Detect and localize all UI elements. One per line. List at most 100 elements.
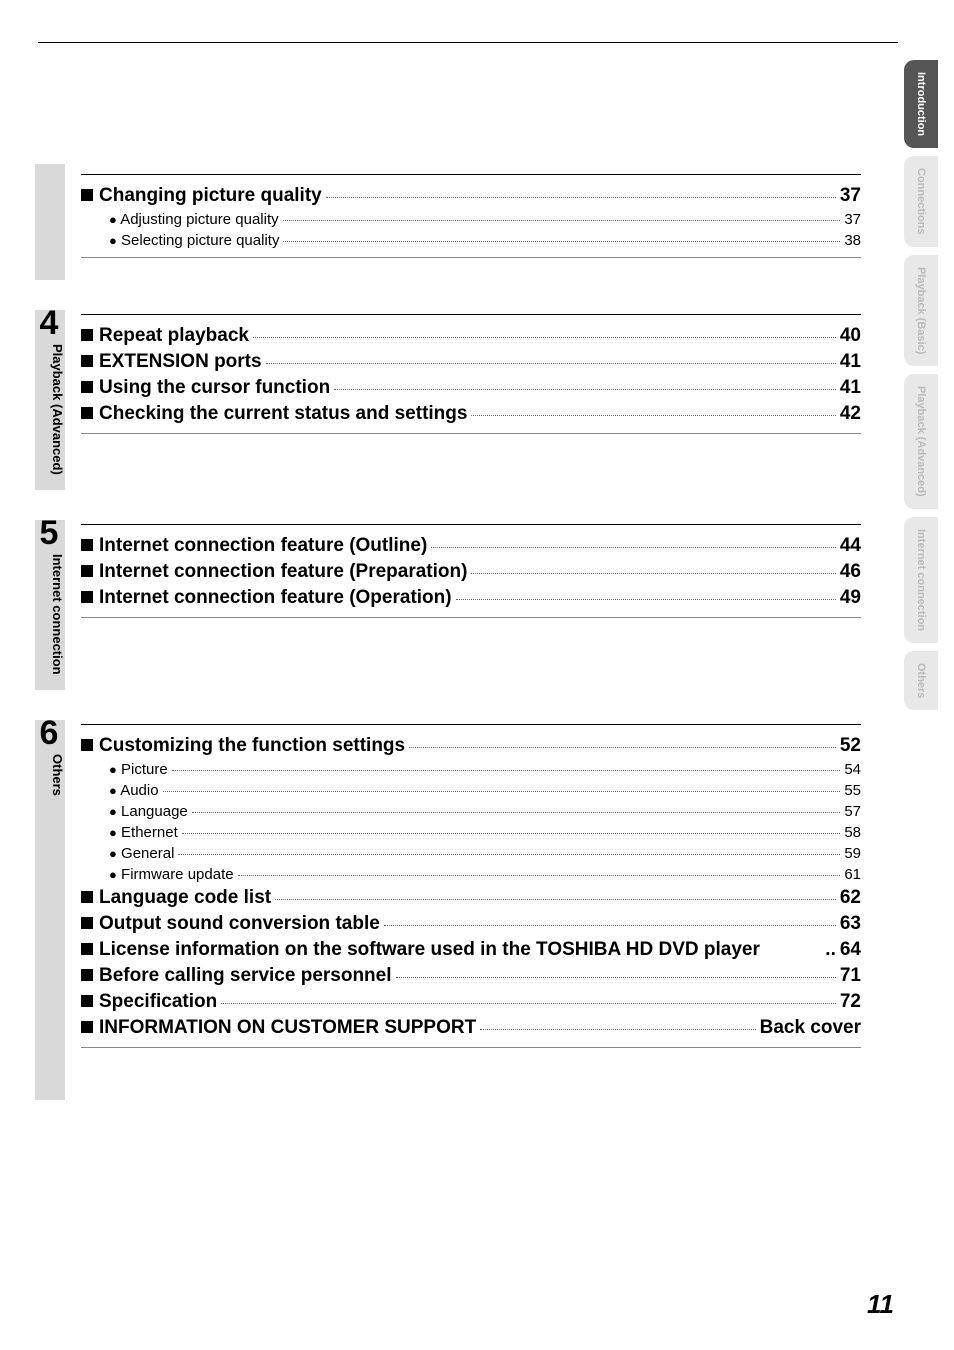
leader — [266, 363, 836, 364]
section-rule — [81, 433, 861, 434]
toc-title: Internet connection feature (Operation) — [99, 587, 452, 609]
square-bullet-icon — [81, 355, 93, 367]
toc-row[interactable]: Output sound conversion table 63 — [81, 913, 861, 935]
tab-others[interactable]: Others — [904, 651, 938, 710]
section-label: Internet connection — [33, 554, 65, 675]
toc-section-continuation: Changing picture quality 37 ● Adjusting … — [81, 170, 861, 280]
toc-title: Internet connection feature (Outline) — [99, 535, 427, 557]
square-bullet-icon — [81, 591, 93, 603]
toc-page-sep: .. — [825, 939, 836, 961]
toc-subtitle: ● Ethernet — [109, 824, 178, 841]
section-rule — [81, 724, 861, 725]
tab-playback-advanced[interactable]: Playback (Advanced) — [904, 374, 938, 509]
page-number: 11 — [867, 1289, 894, 1320]
leader — [275, 899, 836, 900]
toc-row[interactable]: ● General59 — [81, 845, 861, 862]
toc-row[interactable]: ● Firmware update 61 — [81, 866, 861, 883]
toc-subtitle: ● Audio — [109, 782, 159, 799]
toc-row[interactable]: Repeat playback40 — [81, 325, 861, 347]
toc-row[interactable]: Checking the current status and settings… — [81, 403, 861, 425]
section-rule — [81, 314, 861, 315]
toc-title: Output sound conversion table — [99, 913, 380, 935]
leader — [253, 337, 836, 338]
section-label: Playback (Advanced) — [33, 344, 65, 475]
toc-title: EXTENSION ports — [99, 351, 262, 373]
tab-internet-connection[interactable]: Internet connection — [904, 517, 938, 643]
square-bullet-icon — [81, 329, 93, 341]
square-bullet-icon — [81, 381, 93, 393]
toc-row[interactable]: Internet connection feature (Operation) 4… — [81, 587, 861, 609]
toc-row[interactable]: ● Picture 54 — [81, 761, 861, 778]
tab-connections[interactable]: Connections — [904, 156, 938, 247]
toc-row[interactable]: ● Audio 55 — [81, 782, 861, 799]
toc-page: 57 — [844, 803, 861, 820]
toc-row[interactable]: EXTENSION ports 41 — [81, 351, 861, 373]
square-bullet-icon — [81, 969, 93, 981]
square-bullet-icon — [81, 189, 93, 201]
toc-row[interactable]: ● Language57 — [81, 803, 861, 820]
leader — [471, 573, 835, 574]
toc-page: 54 — [844, 761, 861, 778]
section-bar — [35, 164, 65, 280]
toc-subtitle: ● Firmware update — [109, 866, 234, 883]
square-bullet-icon — [81, 739, 93, 751]
toc-page: 41 — [840, 377, 861, 399]
leader — [283, 241, 840, 242]
leader — [163, 791, 841, 792]
section-rule — [81, 174, 861, 175]
toc-row[interactable]: Internet connection feature (Outline) 44 — [81, 535, 861, 557]
toc-subtitle: ● Adjusting picture quality — [109, 211, 279, 228]
toc-title: Customizing the function settings — [99, 735, 405, 757]
square-bullet-icon — [81, 917, 93, 929]
toc-title: INFORMATION ON CUSTOMER SUPPORT — [99, 1017, 476, 1039]
leader — [172, 770, 841, 771]
toc-page: 38 — [844, 232, 861, 249]
toc-title: License information on the software used… — [99, 939, 760, 961]
leader — [456, 599, 836, 600]
leader — [396, 977, 836, 978]
toc-row[interactable]: ● Adjusting picture quality 37 — [81, 211, 861, 228]
toc-subtitle: ● Selecting picture quality — [109, 232, 279, 249]
toc-row[interactable]: Specification72 — [81, 991, 861, 1013]
toc-page: 71 — [840, 965, 861, 987]
leader — [480, 1029, 755, 1030]
toc-title: Specification — [99, 991, 217, 1013]
toc-title: Repeat playback — [99, 325, 249, 347]
section-rule — [81, 1047, 861, 1048]
toc-row[interactable]: Language code list 62 — [81, 887, 861, 909]
toc-title: Checking the current status and settings — [99, 403, 467, 425]
toc-page: 58 — [844, 824, 861, 841]
toc-title: Using the cursor function — [99, 377, 330, 399]
leader — [178, 854, 840, 855]
toc-page: 61 — [844, 866, 861, 883]
toc-page: 55 — [844, 782, 861, 799]
toc-page: 49 — [840, 587, 861, 609]
leader — [409, 747, 836, 748]
toc-subtitle: ● Picture — [109, 761, 168, 778]
toc-row[interactable]: INFORMATION ON CUSTOMER SUPPORTBack cove… — [81, 1017, 861, 1039]
square-bullet-icon — [81, 943, 93, 955]
leader — [283, 220, 841, 221]
toc-page: 41 — [840, 351, 861, 373]
toc-row[interactable]: Changing picture quality 37 — [81, 185, 861, 207]
toc-row[interactable]: ● Selecting picture quality 38 — [81, 232, 861, 249]
toc-row[interactable]: Customizing the function settings52 — [81, 735, 861, 757]
toc-page: 62 — [840, 887, 861, 909]
toc-row[interactable]: ● Ethernet 58 — [81, 824, 861, 841]
toc-section-5: 5 Internet connection Internet connectio… — [81, 520, 861, 690]
toc-row[interactable]: Using the cursor function 41 — [81, 377, 861, 399]
leader — [384, 925, 836, 926]
square-bullet-icon — [81, 995, 93, 1007]
toc-page: 46 — [840, 561, 861, 583]
toc-page: 63 — [840, 913, 861, 935]
toc-row[interactable]: Before calling service personnel71 — [81, 965, 861, 987]
tab-introduction[interactable]: Introduction — [904, 60, 938, 148]
toc-row[interactable]: Internet connection feature (Preparation… — [81, 561, 861, 583]
toc-page: 44 — [840, 535, 861, 557]
leader — [238, 875, 841, 876]
top-rule — [38, 42, 898, 43]
tab-playback-basic[interactable]: Playback (Basic) — [904, 255, 938, 366]
toc-title: Internet connection feature (Preparation… — [99, 561, 467, 583]
toc-title: Language code list — [99, 887, 271, 909]
toc-row[interactable]: License information on the software used… — [81, 939, 861, 961]
